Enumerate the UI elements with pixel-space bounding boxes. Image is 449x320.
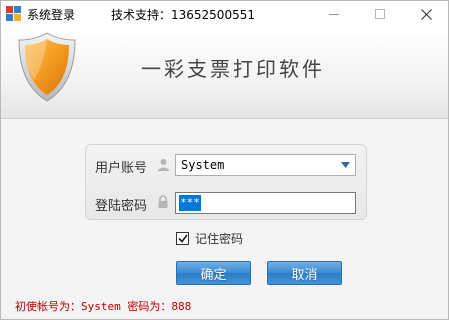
- default-account-hint: 初使帐号为：System 密码为：888: [15, 300, 192, 313]
- cancel-button[interactable]: 取消: [267, 261, 342, 285]
- username-value: System: [181, 158, 225, 172]
- login-window: 系统登录 技术支持：13652500551 一彩支票打印软件 用户账号 Syst…: [0, 0, 449, 320]
- login-content: [1, 119, 448, 319]
- person-icon: [158, 159, 169, 171]
- support-phone: 技术支持：13652500551: [111, 8, 255, 22]
- remember-password-checkbox[interactable]: 记住密码: [176, 230, 243, 246]
- minimize-icon: [329, 13, 339, 15]
- chevron-down-icon: [340, 162, 350, 168]
- lock-icon: [158, 195, 168, 208]
- ok-button[interactable]: 确定: [176, 261, 251, 285]
- title-bar[interactable]: 系统登录 技术支持：13652500551: [1, 1, 448, 27]
- close-icon: [420, 8, 432, 20]
- password-label: 登陆密码: [95, 199, 148, 214]
- checkbox-box[interactable]: [176, 231, 189, 245]
- app-title: 一彩支票打印软件: [141, 57, 325, 81]
- maximize-button[interactable]: [357, 1, 403, 27]
- password-input[interactable]: ***: [175, 192, 356, 214]
- maximize-icon: [375, 9, 385, 19]
- checkmark-icon: [177, 234, 188, 243]
- app-logo-icon: [6, 6, 22, 22]
- password-value: ***: [179, 195, 201, 211]
- username-label: 用户账号: [95, 161, 148, 176]
- close-button[interactable]: [403, 1, 448, 27]
- shield-icon: [18, 32, 76, 102]
- remember-password-label: 记住密码: [195, 231, 244, 246]
- username-select[interactable]: System: [175, 154, 356, 176]
- minimize-button[interactable]: [311, 1, 357, 27]
- window-title: 系统登录: [27, 8, 76, 22]
- header-banner: 一彩支票打印软件: [1, 27, 448, 119]
- dropdown-button[interactable]: [335, 155, 355, 175]
